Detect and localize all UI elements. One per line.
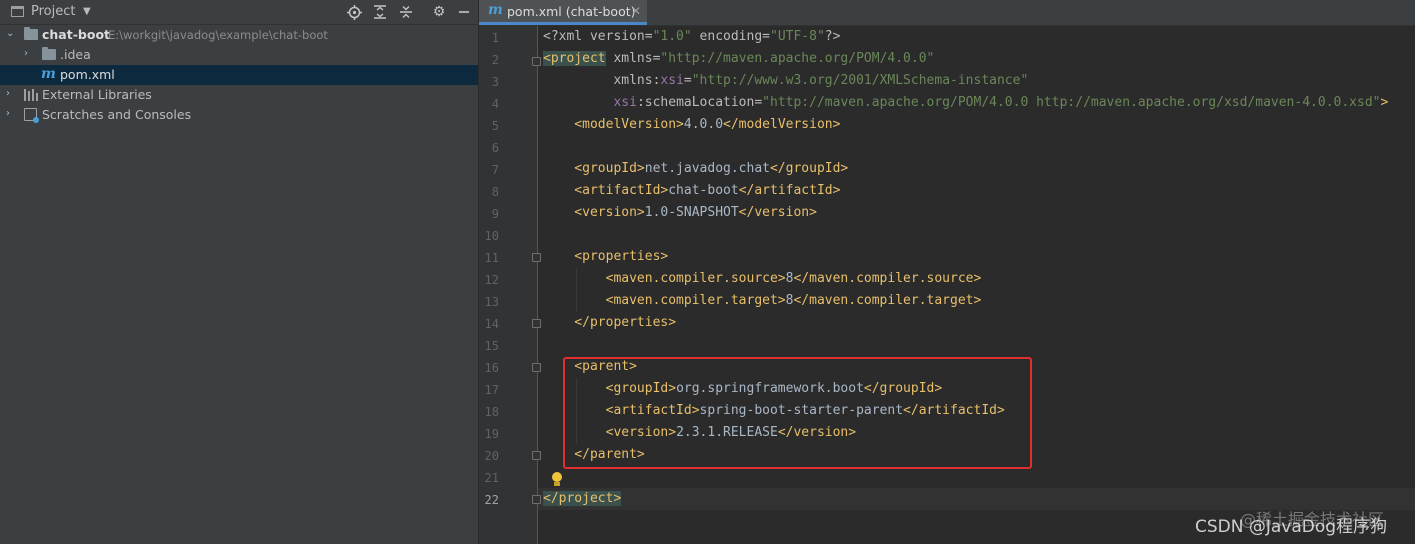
project-panel: Project ▼ ⚙ ⌄ chat-boot E:\workgit\javad… [0, 0, 479, 544]
chevron-down-icon[interactable]: ⌄ [6, 28, 16, 40]
line-number: 20 [484, 449, 499, 463]
code-line-4[interactable]: xsi:schemaLocation="http://maven.apache.… [543, 92, 1388, 114]
line-number: 6 [491, 141, 499, 155]
gear-icon[interactable]: ⚙ [430, 3, 448, 21]
line-number-current: 22 [484, 493, 499, 507]
line-number: 2 [491, 53, 499, 67]
project-view-selector[interactable]: Project [31, 4, 75, 19]
locate-icon[interactable] [345, 3, 363, 21]
maven-icon: m [488, 2, 503, 18]
maven-icon: m [41, 66, 56, 82]
chevron-right-icon[interactable]: › [6, 108, 16, 120]
code-line-3[interactable]: xmlns:xsi="http://www.w3.org/2001/XMLSch… [543, 70, 1028, 92]
code-line-14[interactable]: </properties> [543, 312, 676, 334]
chevron-down-icon[interactable]: ▼ [83, 6, 91, 17]
code-line-2[interactable]: <project xmlns="http://maven.apache.org/… [543, 48, 934, 70]
annotation-highlight-box [563, 357, 1032, 469]
line-number: 17 [484, 383, 499, 397]
folder-icon [42, 47, 56, 60]
watermark-author: CSDN @JavaDog程序狗 [1195, 517, 1388, 537]
expand-all-icon[interactable] [371, 3, 389, 21]
code-line-12[interactable]: <maven.compiler.source>8</maven.compiler… [543, 268, 982, 290]
project-toolbar: Project ▼ ⚙ [0, 0, 478, 25]
code-line-22[interactable]: </project> [543, 488, 622, 510]
tree-item-label: External Libraries [42, 87, 152, 102]
editor-tab-bar: m pom.xml (chat-boot) ✕ [479, 0, 1415, 26]
chevron-right-icon[interactable]: › [24, 48, 34, 60]
close-icon[interactable]: ✕ [631, 4, 641, 18]
tab-pom-xml[interactable]: m pom.xml (chat-boot) ✕ [479, 0, 647, 25]
line-number: 10 [484, 229, 499, 243]
code-line-13[interactable]: <maven.compiler.target>8</maven.compiler… [543, 290, 982, 312]
fold-toggle[interactable] [532, 57, 541, 66]
line-number: 9 [491, 207, 499, 221]
line-number: 8 [491, 185, 499, 199]
line-number: 5 [491, 119, 499, 133]
tab-label: pom.xml (chat-boot) [507, 4, 636, 19]
line-number: 21 [484, 471, 499, 485]
minimize-icon[interactable] [455, 3, 473, 21]
line-number: 18 [484, 405, 499, 419]
tree-item-external-libraries[interactable]: › External Libraries [0, 85, 478, 105]
tree-item-chat-boot[interactable]: ⌄ chat-boot E:\workgit\javadog\example\c… [0, 25, 478, 45]
line-number: 12 [484, 273, 499, 287]
tree-item-idea[interactable]: › .idea [0, 45, 478, 65]
line-number: 13 [484, 295, 499, 309]
code-line-11[interactable]: <properties> [543, 246, 668, 268]
line-number: 14 [484, 317, 499, 331]
tree-item-pom-xml[interactable]: m pom.xml [0, 65, 478, 85]
fold-toggle[interactable] [532, 319, 541, 328]
tree-item-label: pom.xml [60, 67, 115, 82]
fold-toggle[interactable] [532, 495, 541, 504]
fold-toggle[interactable] [532, 451, 541, 460]
code-line-1[interactable]: <?xml version="1.0" encoding="UTF-8"?> [543, 26, 840, 48]
collapse-all-icon[interactable] [397, 3, 415, 21]
line-number: 19 [484, 427, 499, 441]
fold-toggle[interactable] [532, 363, 541, 372]
tree-item-label: Scratches and Consoles [42, 107, 192, 122]
line-number: 3 [491, 75, 499, 89]
code-line-9[interactable]: <version>1.0-SNAPSHOT</version> [543, 202, 817, 224]
project-window-icon [11, 6, 24, 17]
code-line-8[interactable]: <artifactId>chat-boot</artifactId> [543, 180, 840, 202]
library-icon [24, 89, 38, 101]
line-number: 7 [491, 163, 499, 177]
tree-item-scratches[interactable]: › Scratches and Consoles [0, 105, 478, 125]
tree-item-label: chat-boot [42, 27, 111, 42]
line-number: 1 [491, 31, 499, 45]
line-number: 16 [484, 361, 499, 375]
lightbulb-icon[interactable] [551, 472, 563, 488]
fold-toggle[interactable] [532, 253, 541, 262]
code-line-7[interactable]: <groupId>net.javadog.chat</groupId> [543, 158, 848, 180]
folder-icon [24, 27, 38, 40]
scratch-icon [24, 108, 39, 123]
project-path: E:\workgit\javadog\example\chat-boot [108, 28, 328, 42]
line-number: 15 [484, 339, 499, 353]
line-number: 11 [484, 251, 499, 265]
tree-item-label: .idea [60, 47, 91, 62]
line-number: 4 [491, 97, 499, 111]
chevron-right-icon[interactable]: › [6, 88, 16, 100]
code-line-5[interactable]: <modelVersion>4.0.0</modelVersion> [543, 114, 840, 136]
